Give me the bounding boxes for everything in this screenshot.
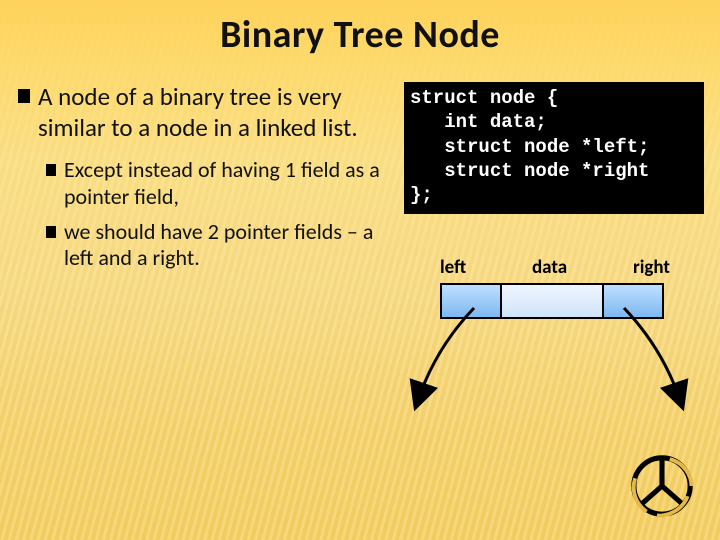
diagram-label-right: right	[633, 256, 670, 279]
diagram-label-data: data	[532, 256, 567, 279]
slide-body: A node of a binary tree is very similar …	[0, 58, 720, 456]
bullet-sub-2: we should have 2 pointer fields – a left…	[38, 219, 390, 273]
arrow-left-icon	[396, 302, 516, 422]
figure-column: struct node { int data; struct node *lef…	[404, 82, 704, 456]
arrow-right-icon	[582, 302, 702, 422]
diagram-cell-data	[502, 283, 602, 319]
ucf-logo-icon	[630, 454, 694, 518]
bullet-main: A node of a binary tree is very similar …	[18, 82, 390, 272]
diagram-label-left: left	[440, 256, 466, 279]
node-diagram: left data right	[404, 256, 704, 456]
diagram-cell-right	[602, 283, 664, 319]
bullet-main-text: A node of a binary tree is very similar …	[38, 81, 358, 143]
text-column: A node of a binary tree is very similar …	[18, 82, 390, 456]
code-block: struct node { int data; struct node *lef…	[404, 82, 704, 214]
diagram-cell-left	[440, 283, 502, 319]
bullet-sub-1: Except instead of having 1 field as a po…	[38, 157, 390, 211]
diagram-boxes	[440, 283, 704, 319]
slide-title: Binary Tree Node	[0, 0, 720, 58]
